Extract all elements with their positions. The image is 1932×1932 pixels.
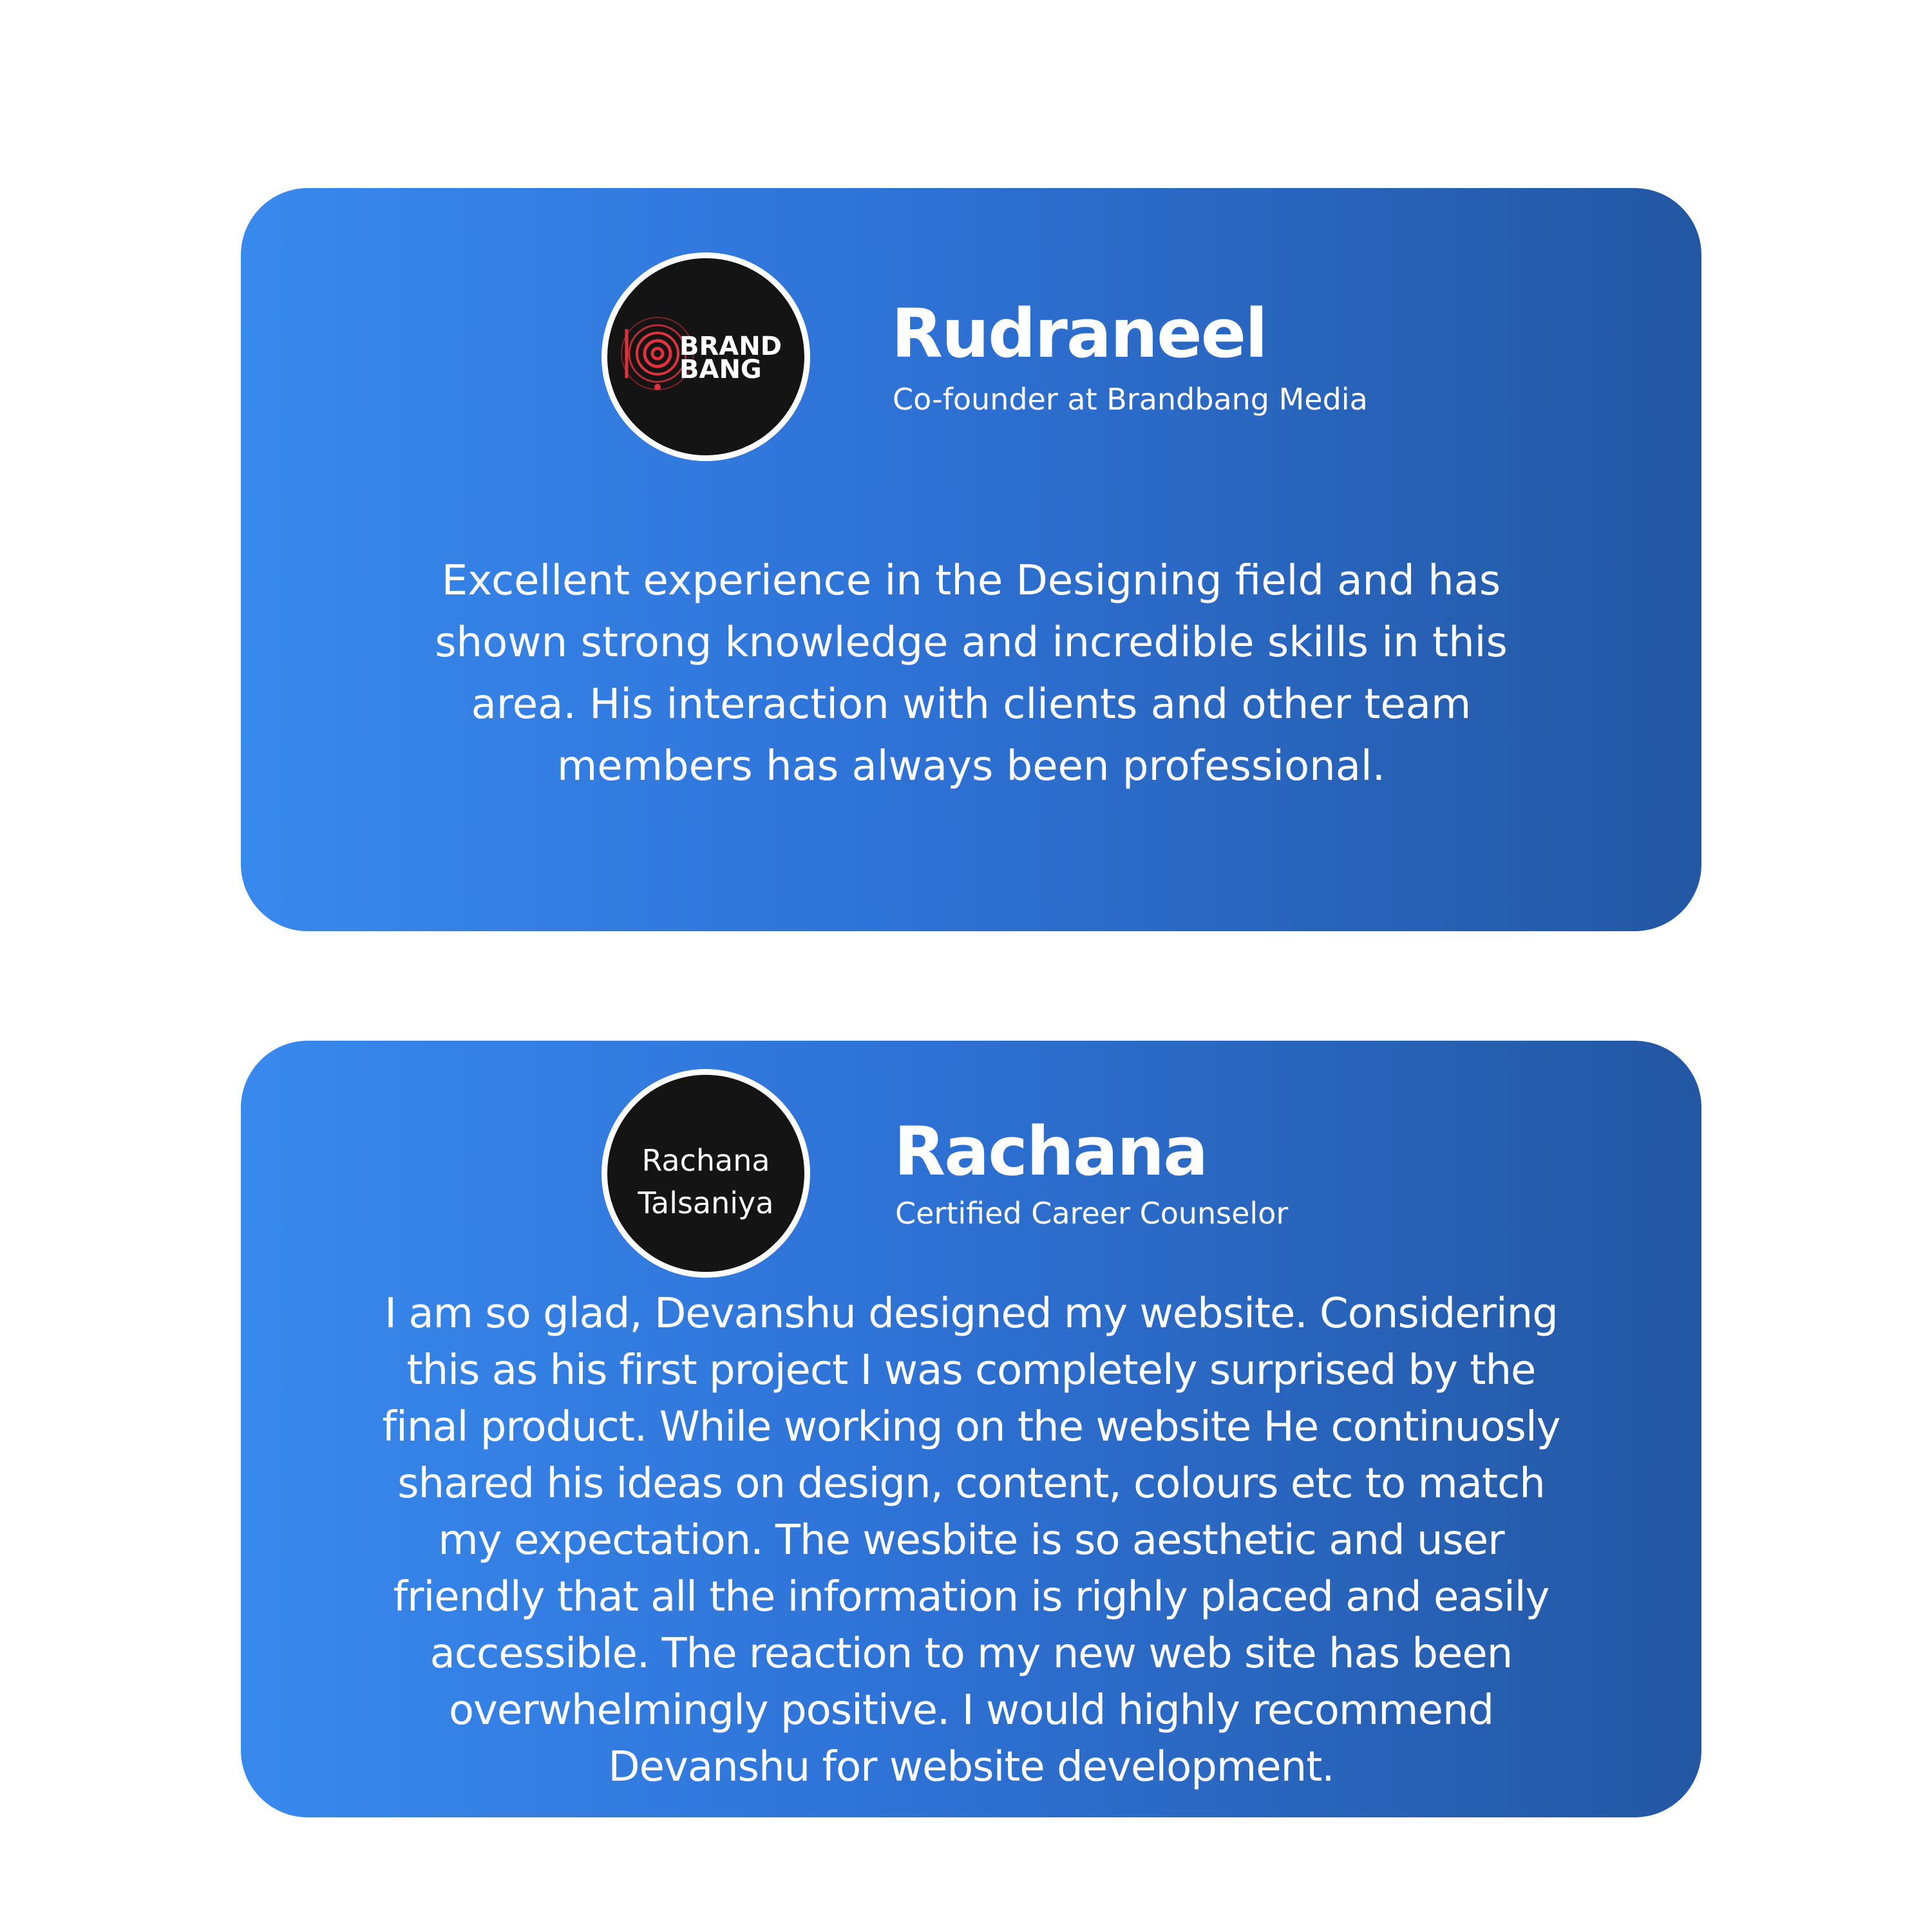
testimonial-quote: Excellent experience in the Designing fi… [435,557,1508,790]
avatar-text-line-2: Talsaniya [638,1186,774,1220]
brandbang-logo-icon: BRAND BANG [621,317,782,390]
avatar-text: Rachana Talsaniya [607,1139,804,1224]
testimonials-page: BRAND BANG Rudraneel Co-founder at Brand… [0,0,1932,1932]
testimonial-role: Certified Career Counselor [895,1196,1289,1231]
avatar-text-line-1: Rachana [641,1143,770,1178]
testimonial-role: Co-founder at Brandbang Media [893,382,1368,417]
avatar: BRAND BANG [601,252,810,461]
avatar: Rachana Talsaniya [601,1069,810,1278]
testimonial-quote: I am so glad, Devanshu designed my websi… [382,1290,1561,1791]
testimonial-name: Rachana [894,1112,1208,1191]
testimonial-name: Rudraneel [891,294,1268,373]
testimonial-card: Rachana Talsaniya Rachana Certified Care… [241,1041,1701,1817]
logo-word-2: BANG [679,355,762,384]
testimonial-card: BRAND BANG Rudraneel Co-founder at Brand… [241,188,1701,931]
